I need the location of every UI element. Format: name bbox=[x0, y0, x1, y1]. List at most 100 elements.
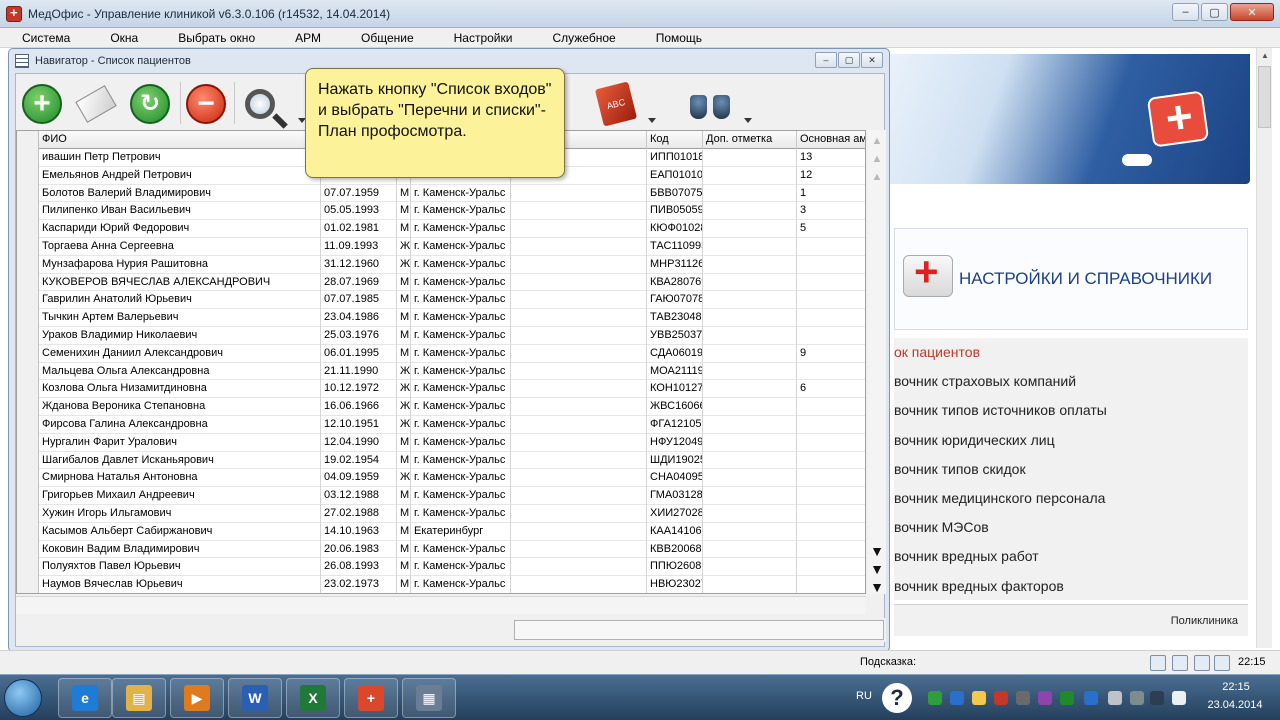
list-icon[interactable] bbox=[1150, 655, 1166, 671]
close-button[interactable]: ✕ bbox=[1230, 3, 1274, 21]
taskbar-app-button[interactable]: W bbox=[228, 678, 282, 718]
grid-vertical-scrollbar[interactable]: ▲ ▲ ▲ ▼ ▼ ▼ bbox=[868, 130, 886, 594]
table-row[interactable]: Семенихин Даниил Александрович 06.01.1995… bbox=[17, 344, 865, 363]
settings-link-patients[interactable]: ок пациентов bbox=[894, 338, 1248, 367]
find-button[interactable] bbox=[688, 82, 732, 126]
scroll-page-down-icon[interactable]: ▼ bbox=[870, 562, 884, 576]
tray-app-icon[interactable] bbox=[928, 691, 942, 705]
taskbar-date[interactable]: 23.04.2014 bbox=[1200, 699, 1270, 711]
row-selector[interactable] bbox=[17, 309, 39, 327]
navigator-minimize-button[interactable]: – bbox=[815, 52, 837, 68]
table-row[interactable]: Торгаева Анна Сергеевна 11.09.1993 Жг. Кам… bbox=[17, 238, 865, 256]
calendar-icon[interactable] bbox=[1194, 655, 1210, 671]
row-selector-header[interactable] bbox=[17, 131, 39, 149]
entries-list-button[interactable]: ABC bbox=[594, 81, 638, 127]
row-selector[interactable] bbox=[17, 202, 39, 221]
taskbar-app-button[interactable]: X bbox=[286, 678, 340, 718]
tray-record-icon[interactable] bbox=[1038, 691, 1052, 705]
settings-link-harmful-factors[interactable]: вочник вредных факторов bbox=[894, 572, 1248, 601]
filter-input[interactable] bbox=[514, 620, 884, 640]
menu-settings[interactable]: Настройки bbox=[432, 31, 531, 45]
navigator-maximize-button[interactable]: ▢ bbox=[838, 52, 860, 68]
tray-smile-icon[interactable] bbox=[972, 691, 986, 705]
start-button[interactable] bbox=[4, 679, 42, 717]
table-row[interactable]: Пилипенко Иван Васильевич 05.05.1993 Мг. К… bbox=[17, 202, 865, 221]
language-indicator[interactable]: RU bbox=[856, 690, 872, 702]
table-row[interactable]: Фирсова Галина Александровна 12.10.1951 Жг… bbox=[17, 416, 865, 434]
menu-system[interactable]: Система bbox=[0, 31, 88, 45]
row-selector[interactable] bbox=[17, 238, 39, 256]
search-button[interactable] bbox=[238, 82, 282, 126]
scroll-up-arrow-icon[interactable]: ▲ bbox=[1257, 48, 1273, 64]
row-selector[interactable] bbox=[17, 344, 39, 363]
taskbar-app-button[interactable]: ▦ bbox=[402, 678, 456, 718]
network-icon[interactable] bbox=[1130, 691, 1144, 705]
taskbar-time[interactable]: 22:15 bbox=[1206, 681, 1266, 693]
settings-link-insurance[interactable]: вочник страховых компаний bbox=[894, 367, 1248, 396]
row-selector[interactable] bbox=[17, 505, 39, 523]
column-header-main-card[interactable]: Основная амб bbox=[797, 131, 865, 149]
row-selector[interactable] bbox=[17, 220, 39, 238]
volume-icon[interactable] bbox=[1172, 691, 1186, 705]
column-header-fio[interactable]: ФИО bbox=[39, 131, 321, 149]
refresh-button[interactable]: ↻ bbox=[128, 82, 172, 126]
minimize-button[interactable]: – bbox=[1172, 3, 1199, 21]
row-selector[interactable] bbox=[17, 327, 39, 345]
edit-patient-button[interactable] bbox=[74, 82, 118, 126]
row-selector[interactable] bbox=[17, 362, 39, 381]
notepad-icon[interactable] bbox=[1172, 655, 1188, 671]
table-row[interactable]: Наумов Вячеслав Юрьевич 23.02.1973 Мг. Кам… bbox=[17, 576, 865, 593]
scroll-last-icon[interactable]: ▼ bbox=[870, 580, 884, 594]
table-row[interactable]: Нургалин Фарит Уралович 12.04.1990 Мг. Кам… bbox=[17, 433, 865, 452]
row-selector[interactable] bbox=[17, 522, 39, 541]
table-row[interactable]: Григорьев Михаил Андреевич 03.12.1988 Мг. … bbox=[17, 487, 865, 505]
row-selector[interactable] bbox=[17, 433, 39, 452]
row-selector[interactable] bbox=[17, 149, 39, 167]
column-header-code[interactable]: Код bbox=[647, 131, 703, 149]
table-row[interactable]: Жданова Вероника Степановна 16.06.1966 Жг.… bbox=[17, 398, 865, 416]
window-icon[interactable] bbox=[1214, 655, 1230, 671]
table-row[interactable]: Мальцева Ольга Александровна 21.11.1990 Жг… bbox=[17, 362, 865, 381]
table-row[interactable]: Коковин Вадим Владимирович 20.06.1983 Мг. … bbox=[17, 540, 865, 559]
medoffice-app-icon[interactable] bbox=[6, 5, 22, 22]
scroll-first-icon[interactable]: ▲ bbox=[870, 134, 884, 148]
scroll-page-up-icon[interactable]: ▲ bbox=[870, 152, 884, 166]
row-selector[interactable] bbox=[17, 291, 39, 310]
table-row[interactable]: Каспариди Юрий Федорович 01.02.1981 Мг. Ка… bbox=[17, 220, 865, 238]
taskbar-app-button[interactable]: + bbox=[344, 678, 398, 718]
row-selector[interactable] bbox=[17, 540, 39, 559]
row-selector[interactable] bbox=[17, 184, 39, 203]
scroll-thumb[interactable] bbox=[1258, 66, 1271, 128]
menu-arm[interactable]: АРМ bbox=[273, 31, 339, 45]
table-row[interactable]: Мунзафарова Нурия Рашитовна 31.12.1960 Жг.… bbox=[17, 255, 865, 274]
add-patient-button[interactable]: + bbox=[20, 82, 64, 126]
table-row[interactable]: Ураков Владимир Николаевич 25.03.1976 Мг. … bbox=[17, 327, 865, 345]
table-row[interactable]: Касымов Альберт Сабиржанович 14.10.1963 М Е… bbox=[17, 522, 865, 541]
tray-usb-icon[interactable] bbox=[1016, 691, 1030, 705]
settings-link-harmful-work[interactable]: вочник вредных работ bbox=[894, 542, 1248, 571]
scroll-up-icon[interactable]: ▲ bbox=[870, 170, 884, 184]
taskbar-app-button[interactable]: e bbox=[58, 678, 112, 718]
navigator-close-button[interactable]: ✕ bbox=[861, 52, 883, 68]
table-row[interactable]: КУКОВЕРОВ ВЯЧЕСЛАВ АЛЕКСАНДРОВИЧ 28.07.19… bbox=[17, 273, 865, 292]
taskbar-app-button[interactable]: ▤ bbox=[112, 678, 166, 718]
delete-patient-button[interactable]: − bbox=[184, 82, 228, 126]
row-selector[interactable] bbox=[17, 380, 39, 399]
column-header-extra-mark[interactable]: Доп. отметка bbox=[703, 131, 797, 149]
flag-icon[interactable] bbox=[1150, 691, 1164, 705]
tray-security-icon[interactable] bbox=[1060, 691, 1074, 705]
menu-select-window[interactable]: Выбрать окно bbox=[156, 31, 273, 45]
find-dropdown-arrow-icon[interactable] bbox=[744, 118, 752, 123]
help-icon[interactable]: ? bbox=[882, 683, 912, 713]
table-row[interactable]: Смирнова Наталья Антоновна 04.09.1959 Жг. … bbox=[17, 469, 865, 488]
table-row[interactable]: Полуяхтов Павел Юрьевич 26.08.1993 Мг. Кам… bbox=[17, 558, 865, 577]
settings-link-mes[interactable]: вочник МЭСов bbox=[894, 513, 1248, 542]
settings-link-legal-entities[interactable]: вочник юридических лиц bbox=[894, 426, 1248, 455]
row-selector[interactable] bbox=[17, 487, 39, 505]
main-scrollbar[interactable]: ▲ bbox=[1256, 48, 1272, 648]
menu-communication[interactable]: Общение bbox=[339, 31, 432, 45]
row-selector[interactable] bbox=[17, 273, 39, 292]
row-selector[interactable] bbox=[17, 576, 39, 593]
row-selector[interactable] bbox=[17, 416, 39, 434]
grid-horizontal-scrollbar[interactable] bbox=[16, 596, 866, 614]
